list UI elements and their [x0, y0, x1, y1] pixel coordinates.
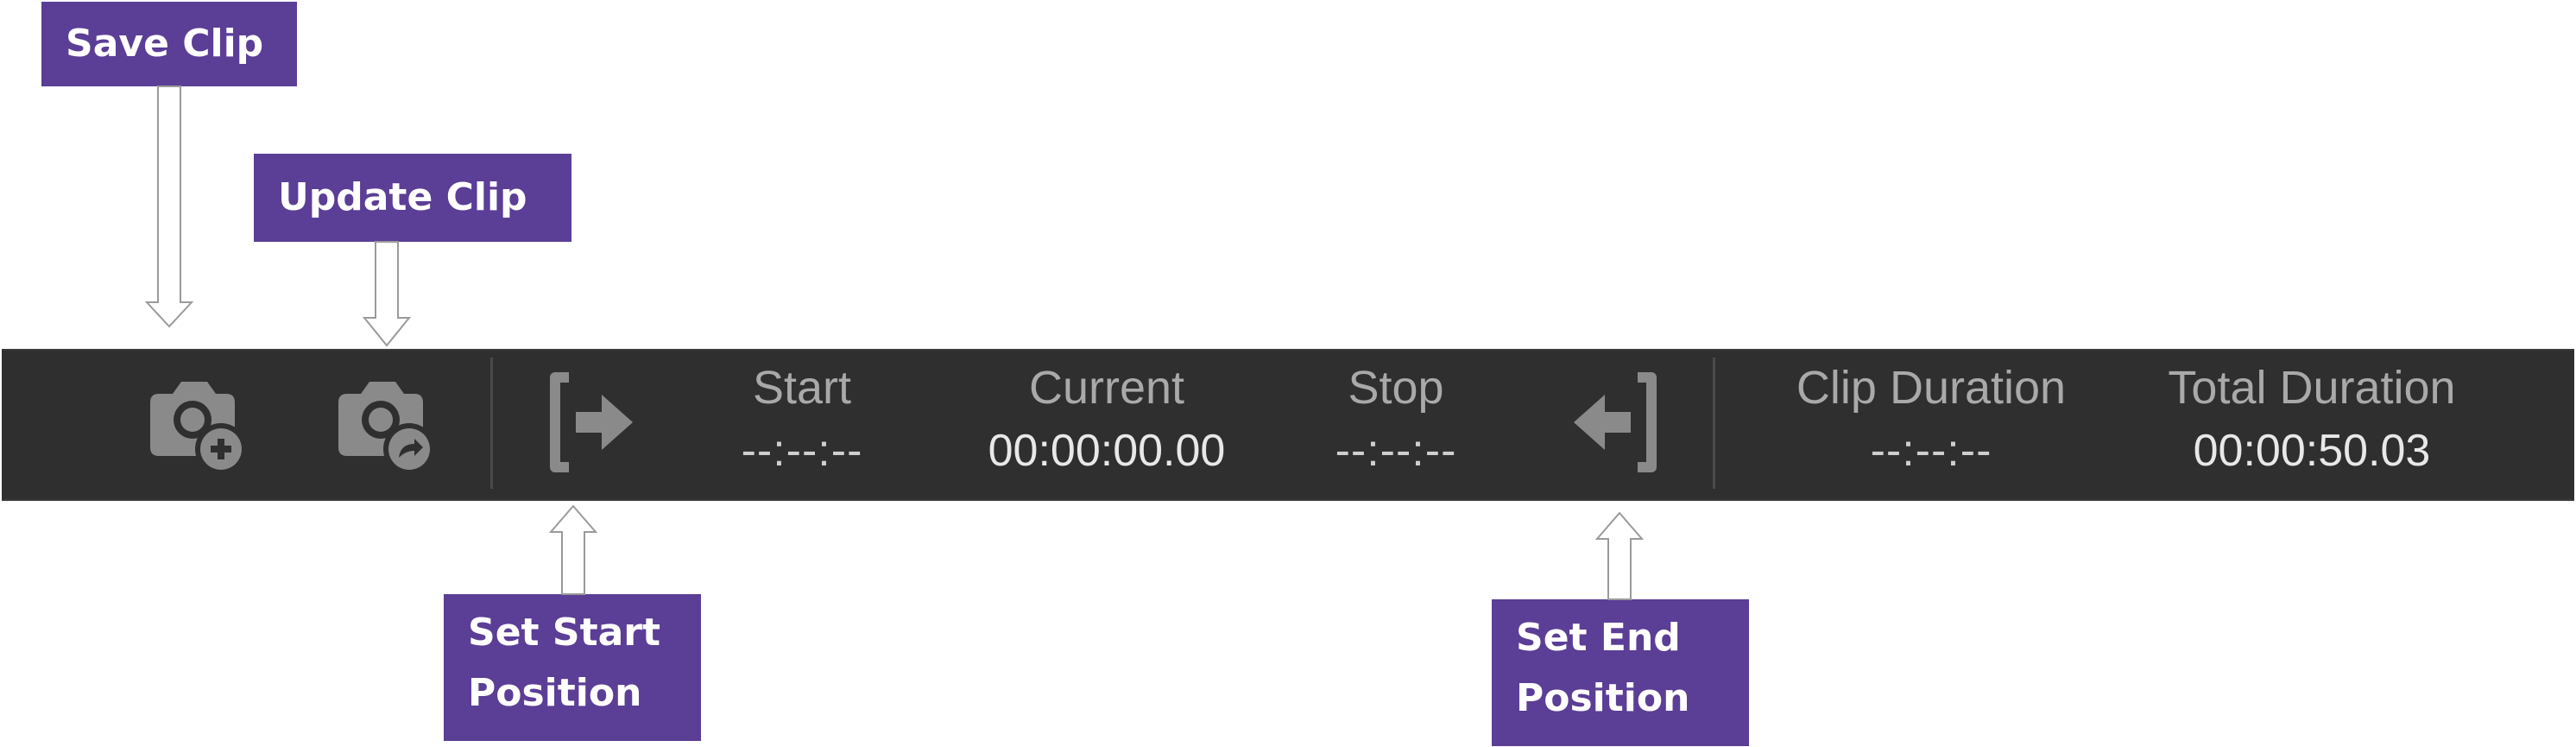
current-time-block: Current 00:00:00.00: [960, 351, 1253, 499]
total-duration-value: 00:00:50.03: [2193, 426, 2431, 476]
start-label: Start: [752, 362, 852, 414]
start-value: --:--:--: [741, 426, 863, 476]
clip-duration-block: Clip Duration --:--:--: [1780, 351, 2082, 499]
set-start-position-button[interactable]: [539, 366, 651, 478]
start-time-block: Start --:--:--: [703, 351, 901, 499]
set-start-arrow: [548, 504, 598, 595]
current-value: 00:00:00.00: [988, 426, 1226, 476]
stop-label: Stop: [1348, 362, 1444, 414]
toolbar-divider-2: [1713, 358, 1715, 489]
total-duration-block: Total Duration 00:00:50.03: [2139, 351, 2484, 499]
save-clip-callout: Save Clip: [41, 2, 297, 86]
stop-time-block: Stop --:--:--: [1297, 351, 1495, 499]
set-end-position-button[interactable]: [1556, 366, 1668, 478]
save-clip-button[interactable]: [140, 366, 252, 478]
current-label: Current: [1028, 362, 1185, 414]
update-clip-button[interactable]: [328, 366, 440, 478]
set-start-position-callout: Set Start Position: [444, 594, 701, 741]
set-end-arrow: [1594, 511, 1645, 600]
total-duration-label: Total Duration: [2168, 362, 2456, 414]
camera-plus-icon: [150, 382, 247, 475]
stop-value: --:--:--: [1335, 426, 1457, 476]
annotated-screenshot: Save Clip Update Clip Set Start Position…: [0, 0, 2576, 747]
clip-duration-value: --:--:--: [1870, 426, 1992, 476]
arrow-left-bracket-icon: [1574, 372, 1657, 472]
save-clip-arrow: [144, 85, 194, 328]
bracket-arrow-right-icon: [550, 372, 633, 472]
update-clip-callout: Update Clip: [254, 154, 571, 242]
set-end-position-callout: Set End Position: [1492, 599, 1749, 746]
camera-share-icon: [338, 382, 435, 475]
toolbar-divider: [490, 358, 493, 489]
clip-toolbar: Start --:--:-- Current 00:00:00.00 Stop …: [2, 349, 2574, 501]
update-clip-arrow: [362, 241, 412, 347]
clip-duration-label: Clip Duration: [1796, 362, 2067, 414]
